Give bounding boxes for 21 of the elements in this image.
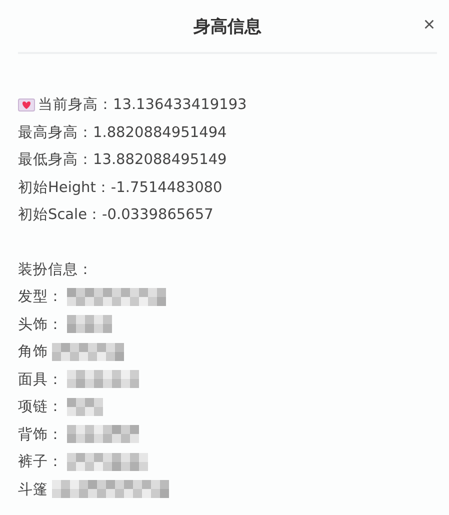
close-button[interactable]: ×	[421, 15, 437, 35]
pixelated-redaction	[67, 425, 139, 444]
outfit-label: 角饰	[18, 343, 48, 362]
pixelated-redaction	[52, 342, 124, 361]
outfit-label: 裤子：	[18, 452, 63, 472]
dialog-title: 身高信息	[194, 16, 262, 38]
outfit-label: 背饰：	[18, 426, 63, 444]
outfit-label: 头饰：	[18, 316, 63, 334]
pixelated-redaction	[67, 398, 103, 416]
height-info-text: 初始Height：-1.7514483080	[18, 178, 222, 197]
outfit-label: 发型：	[18, 288, 63, 306]
pixelated-redaction	[67, 315, 112, 334]
height-info-text: 当前身高：13.136433419193	[38, 96, 247, 114]
height-info-text: 最低身高：13.882088495149	[18, 150, 227, 170]
outfit-label: 斗篷	[18, 480, 48, 499]
outfit-heading: 装扮信息：	[18, 260, 93, 279]
height-info-text: 初始Scale：-0.0339865657	[18, 206, 214, 224]
height-info-text: 最高身高：1.8820884951494	[18, 124, 227, 142]
outfit-label: 项链：	[18, 398, 63, 416]
pixelated-redaction	[67, 370, 139, 388]
outfit-label: 面具：	[18, 370, 63, 389]
